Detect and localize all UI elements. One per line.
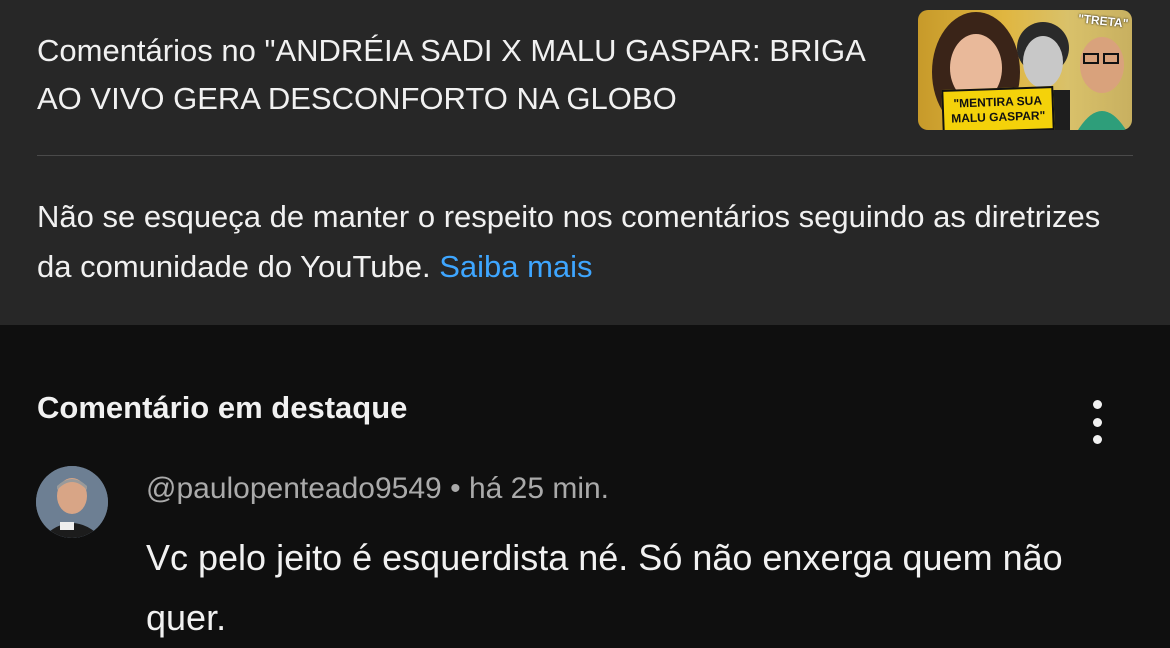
video-thumbnail[interactable]: "MENTIRA SUA MALU GASPAR" "TRETA" [918, 10, 1132, 130]
comment-author-handle[interactable]: @paulopenteado9549 [146, 472, 442, 505]
meta-separator: • [450, 472, 461, 505]
comment-meta: @paulopenteado9549 • há 25 min. [146, 472, 609, 506]
video-title[interactable]: Comentários no "ANDRÉIA SADI X MALU GASP… [37, 27, 897, 123]
comment-timestamp: há 25 min. [468, 472, 610, 505]
avatar[interactable] [36, 466, 108, 538]
avatar-image [36, 466, 108, 538]
featured-comment-heading: Comentário em destaque [37, 390, 408, 425]
learn-more-link[interactable]: Saiba mais [439, 249, 592, 284]
more-vertical-icon[interactable] [1082, 400, 1112, 444]
divider [37, 155, 1133, 156]
comment-body: Vc pelo jeito é esquerdista né. Só não e… [146, 537, 1063, 638]
thumbnail-caption: "MENTIRA SUA MALU GASPAR" [941, 86, 1055, 130]
community-notice: Não se esqueça de manter o respeito nos … [37, 192, 1137, 292]
video-header-panel: Comentários no "ANDRÉIA SADI X MALU GASP… [0, 0, 1170, 325]
